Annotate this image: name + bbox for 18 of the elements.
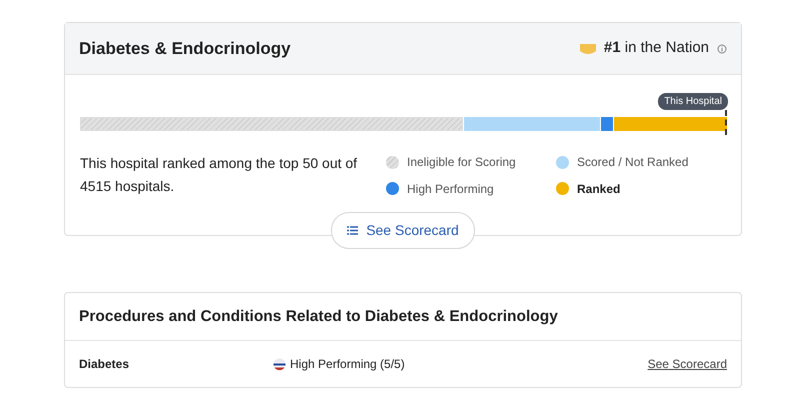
rating-icon	[273, 358, 286, 370]
ribbon-icon	[580, 42, 596, 54]
rank-text: #1 in the Nation	[604, 38, 709, 58]
legend-label: Scored / Not Ranked	[577, 154, 688, 172]
legend-label: High Performing	[407, 180, 494, 198]
legend-label: Ranked	[577, 180, 620, 198]
marker-line	[725, 110, 727, 135]
rating-text: High Performing (5/5)	[290, 356, 405, 373]
card-title: Diabetes & Endocrinology	[79, 38, 291, 60]
summary-text: This hospital ranked among the top 50 out of 4515 hospitals.	[80, 154, 358, 196]
list-icon	[347, 226, 358, 235]
marker-label: This Hospital	[658, 93, 728, 110]
card-title: Procedures and Conditions Related to Diabetes & Endocrinology	[79, 306, 558, 327]
info-icon[interactable]	[717, 44, 727, 54]
scorecard-link[interactable]: See Scorecard	[648, 355, 727, 373]
legend-label: Ineligible for Scoring	[407, 154, 516, 172]
condition-name: Diabetes	[79, 356, 130, 373]
see-scorecard-button[interactable]: See Scorecard	[331, 212, 475, 249]
